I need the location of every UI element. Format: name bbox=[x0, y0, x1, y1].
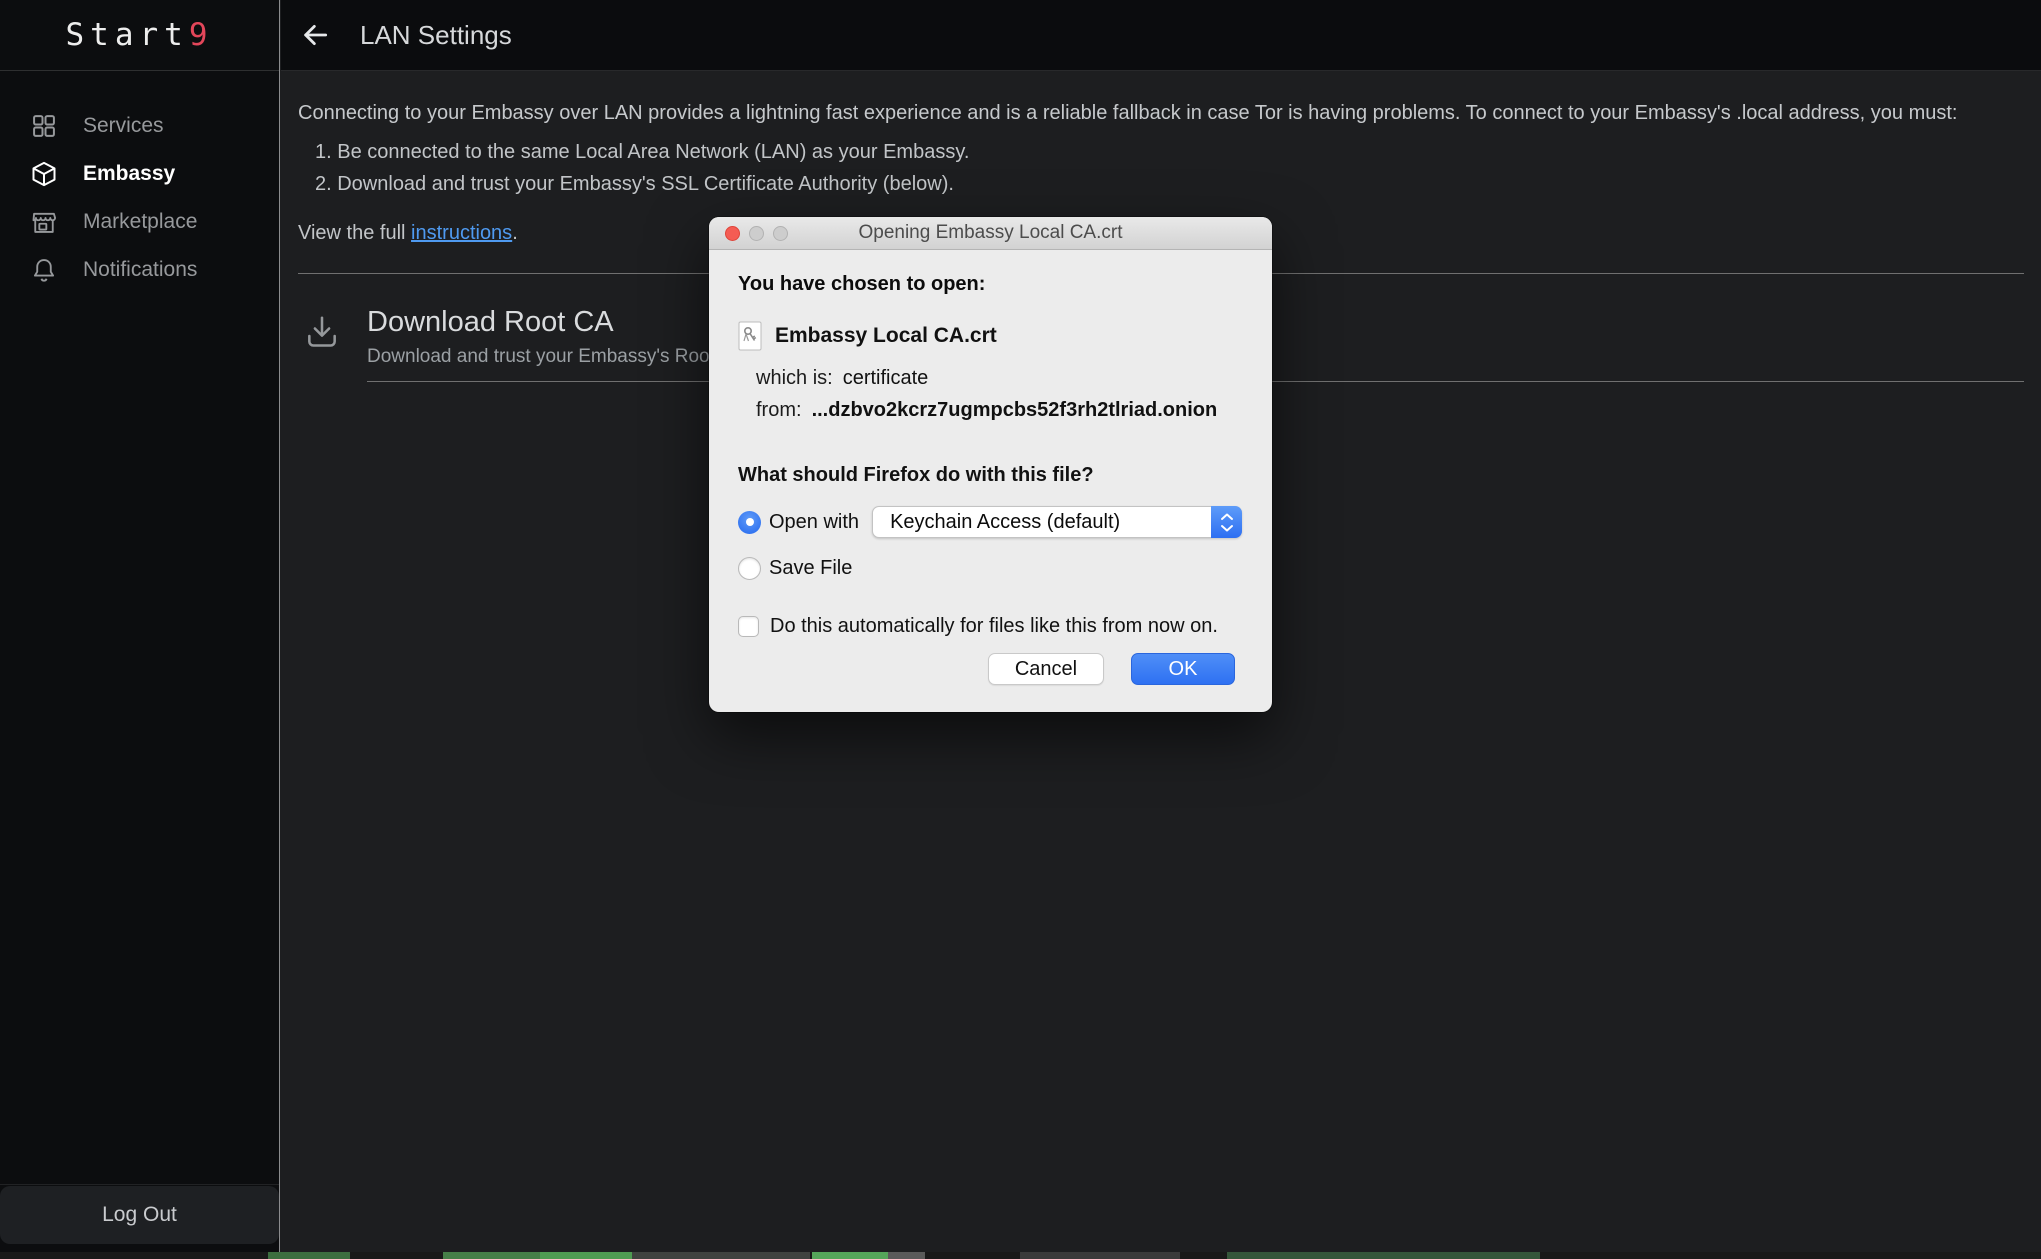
sidebar-item-label: Services bbox=[83, 114, 164, 138]
close-button[interactable] bbox=[725, 226, 740, 241]
remember-checkbox[interactable] bbox=[738, 616, 759, 637]
log-out-label: Log Out bbox=[102, 1203, 177, 1227]
file-name: Embassy Local CA.crt bbox=[775, 324, 997, 348]
dialog-buttons: Cancel OK bbox=[988, 653, 1235, 685]
minimize-button[interactable] bbox=[749, 226, 764, 241]
bottom-window-edge bbox=[0, 1252, 2041, 1259]
strip-segment bbox=[888, 1252, 925, 1259]
dialog-body: You have chosen to open: Embassy Local C… bbox=[709, 250, 1272, 711]
open-with-radio[interactable] bbox=[738, 511, 761, 534]
log-out-button[interactable]: Log Out bbox=[0, 1186, 279, 1244]
open-with-row: Open with Keychain Access (default) bbox=[738, 506, 1242, 538]
cube-icon bbox=[30, 160, 58, 188]
save-file-row: Save File bbox=[738, 557, 1242, 580]
dialog-title: Opening Embassy Local CA.crt bbox=[858, 222, 1122, 244]
strip-segment bbox=[812, 1252, 888, 1259]
page-title: LAN Settings bbox=[360, 20, 512, 51]
chosen-heading: You have chosen to open: bbox=[738, 273, 1242, 296]
question-heading: What should Firefox do with this file? bbox=[738, 464, 1242, 487]
sidebar-nav: Services Embassy Marketplace bbox=[0, 71, 279, 294]
open-with-label: Open with bbox=[769, 511, 859, 534]
strip-segment bbox=[1227, 1252, 1540, 1259]
sidebar-item-label: Marketplace bbox=[83, 210, 197, 234]
zoom-button[interactable] bbox=[773, 226, 788, 241]
page-header: LAN Settings bbox=[281, 0, 2041, 71]
ok-button[interactable]: OK bbox=[1131, 653, 1235, 685]
file-row: Embassy Local CA.crt bbox=[738, 321, 1242, 351]
arrow-back-icon bbox=[299, 19, 331, 51]
sidebar-item-marketplace[interactable]: Marketplace bbox=[0, 198, 279, 246]
sidebar-item-embassy[interactable]: Embassy bbox=[0, 150, 279, 198]
strip-segment bbox=[632, 1252, 810, 1259]
from-label: from: bbox=[756, 399, 802, 422]
strip-segment bbox=[1020, 1252, 1180, 1259]
file-meta: which is: certificate from: ...dzbvo2kcr… bbox=[756, 367, 1242, 422]
logout-divider bbox=[0, 1184, 279, 1185]
sidebar: Start9 Services Embassy bbox=[0, 0, 280, 1259]
intro-text: Connecting to your Embassy over LAN prov… bbox=[298, 101, 2024, 126]
back-button[interactable] bbox=[298, 18, 332, 52]
sidebar-item-label: Embassy bbox=[83, 162, 175, 186]
bell-icon bbox=[30, 256, 58, 284]
open-with-select[interactable]: Keychain Access (default) bbox=[872, 506, 1242, 538]
strip-segment bbox=[268, 1252, 350, 1259]
open-with-value: Keychain Access (default) bbox=[873, 511, 1120, 534]
step-item: 1. Be connected to the same Local Area N… bbox=[315, 140, 2024, 164]
traffic-lights bbox=[725, 217, 788, 249]
sidebar-item-services[interactable]: Services bbox=[0, 102, 279, 150]
logo-accent: 9 bbox=[189, 17, 214, 53]
instructions-link[interactable]: instructions bbox=[411, 222, 512, 244]
start9-logo: Start9 bbox=[0, 0, 279, 71]
which-is-label: which is: bbox=[756, 367, 833, 390]
view-full-suffix: . bbox=[512, 222, 518, 244]
grid-icon bbox=[30, 112, 58, 140]
storefront-icon bbox=[30, 208, 58, 236]
logo-text: Start bbox=[66, 17, 189, 53]
view-full-prefix: View the full bbox=[298, 222, 411, 244]
step-item: 2. Download and trust your Embassy's SSL… bbox=[315, 172, 2024, 196]
download-icon bbox=[303, 312, 341, 352]
which-is-row: which is: certificate bbox=[756, 367, 1242, 390]
cancel-button[interactable]: Cancel bbox=[988, 653, 1104, 685]
firefox-open-file-dialog: Opening Embassy Local CA.crt You have ch… bbox=[709, 217, 1272, 712]
strip-segment bbox=[443, 1252, 540, 1259]
from-value: ...dzbvo2kcrz7ugmpcbs52f3rh2tlriad.onion bbox=[812, 399, 1218, 422]
save-file-radio[interactable] bbox=[738, 557, 761, 580]
remember-label: Do this automatically for files like thi… bbox=[770, 615, 1218, 638]
strip-segment bbox=[540, 1252, 632, 1259]
sidebar-item-notifications[interactable]: Notifications bbox=[0, 246, 279, 294]
certificate-file-icon bbox=[738, 321, 762, 351]
sidebar-item-label: Notifications bbox=[83, 258, 197, 282]
save-file-label: Save File bbox=[769, 557, 852, 580]
from-row: from: ...dzbvo2kcrz7ugmpcbs52f3rh2tlriad… bbox=[756, 399, 1242, 422]
remember-row: Do this automatically for files like thi… bbox=[738, 615, 1242, 638]
select-stepper-icon bbox=[1211, 506, 1242, 538]
dialog-titlebar[interactable]: Opening Embassy Local CA.crt bbox=[709, 217, 1272, 250]
steps-list: 1. Be connected to the same Local Area N… bbox=[315, 140, 2024, 196]
which-is-value: certificate bbox=[843, 367, 929, 390]
